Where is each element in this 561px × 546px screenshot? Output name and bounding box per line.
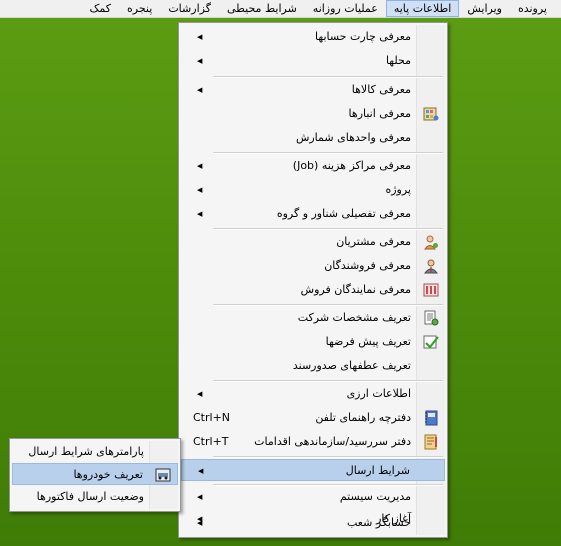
- menu-item-label: معرفی چارت حسابها: [315, 30, 411, 43]
- base-info-dropdown: معرفی چارت حسابها ◀ محلها ◀ معرفی کالاها…: [178, 22, 448, 538]
- menu-item-sales-agents[interactable]: معرفی نمایندگان فروش: [181, 279, 445, 301]
- menu-item-phonebook[interactable]: دفترچه راهنمای تلفن Ctrl+N: [181, 407, 445, 429]
- menu-item-chart-of-accounts[interactable]: معرفی چارت حسابها ◀: [181, 26, 445, 48]
- submenu-arrow-icon: ◀: [197, 33, 203, 41]
- menu-item-label: پروژه: [385, 183, 411, 196]
- submenu-arrow-icon: ◀: [197, 493, 203, 501]
- menu-window[interactable]: پنجره: [119, 0, 160, 17]
- menu-separator: [213, 484, 443, 486]
- submenu-arrow-icon: ◀: [197, 186, 203, 194]
- menu-separator: [213, 76, 443, 78]
- menu-item-label: معرفی مشتریان: [336, 235, 411, 248]
- menu-separator: [213, 228, 443, 230]
- menu-item-label: وضعیت ارسال فاکتورها: [36, 490, 144, 503]
- menu-item-label: مدیریت سیستم: [339, 490, 411, 503]
- menu-item-vendors[interactable]: معرفی فروشندگان: [181, 255, 445, 277]
- menu-item-planner[interactable]: دفتر سررسید/سازماندهی اقدامات Ctrl+T: [181, 431, 445, 453]
- menu-reports[interactable]: گزارشات: [160, 0, 219, 17]
- shortcut-label: Ctrl+N: [193, 411, 231, 424]
- submenu-arrow-icon: ◀: [197, 86, 203, 94]
- menu-item-label: تعریف عطفهای صدورسند: [292, 359, 411, 372]
- menu-item-floating-details[interactable]: معرفی تفصیلی شناور و گروه ◀: [181, 203, 445, 225]
- menu-item-label: تعریف خودروها: [73, 468, 143, 481]
- sales-agents-icon: [423, 283, 439, 297]
- menu-item-label: معرفی انبارها: [348, 107, 411, 120]
- menu-item-label: حسابگر شعب: [347, 516, 411, 529]
- menu-separator: [213, 380, 443, 382]
- planner-icon: [424, 434, 437, 450]
- vehicle-icon: [155, 468, 171, 482]
- menu-separator: [213, 152, 443, 154]
- menu-item-currency-info[interactable]: اطلاعات ارزی ◀: [181, 383, 445, 405]
- menu-item-label: معرفی واحدهای شمارش: [295, 131, 411, 144]
- menu-item-label: محلها: [385, 54, 411, 67]
- menu-item-cost-centers[interactable]: معرفی مراکز هزینه (Job) ◀: [181, 155, 445, 177]
- submenu-item-define-vehicles[interactable]: تعریف خودروها: [12, 463, 178, 485]
- menu-item-label: معرفی فروشندگان: [324, 259, 411, 272]
- menu-file[interactable]: پرونده: [510, 0, 555, 17]
- menu-separator: [213, 304, 443, 306]
- submenu-arrow-icon: ◀: [198, 467, 204, 475]
- menu-item-label: شرایط ارسال: [345, 464, 410, 477]
- menu-item-label: معرفی نمایندگان فروش: [300, 283, 411, 296]
- menu-item-label: معرفی مراکز هزینه (Job): [292, 159, 411, 172]
- menu-item-label: پارامترهای شرایط ارسال: [28, 445, 144, 458]
- menu-item-customers[interactable]: معرفی مشتریان: [181, 231, 445, 253]
- menu-item-project[interactable]: پروژه ◀: [181, 179, 445, 201]
- submenu-item-invoice-shipping-status[interactable]: وضعیت ارسال فاکتورها: [12, 486, 178, 508]
- menu-item-label: معرفی کالاها: [351, 83, 411, 96]
- customers-icon: [424, 235, 438, 250]
- company-info-icon: [424, 310, 439, 326]
- warehouse-icon: [423, 107, 439, 121]
- menu-item-system-management[interactable]: مدیریت سیستم ◀: [181, 487, 445, 507]
- menu-item-company-info[interactable]: تعریف مشخصات شرکت: [181, 307, 445, 329]
- submenu-arrow-icon: ◀: [197, 162, 203, 170]
- submenu-arrow-icon: ◀: [197, 57, 203, 65]
- menu-item-label: معرفی تفصیلی شناور و گروه: [276, 207, 411, 220]
- menu-item-warehouses[interactable]: معرفی انبارها: [181, 103, 445, 125]
- menu-item-counting-units[interactable]: معرفی واحدهای شمارش: [181, 127, 445, 149]
- menu-help[interactable]: کمک: [82, 0, 119, 17]
- submenu-item-shipping-parameters[interactable]: پارامترهای شرایط ارسال: [12, 441, 178, 463]
- menu-item-label: دفتر سررسید/سازماندهی اقدامات: [254, 435, 411, 448]
- menu-item-products[interactable]: معرفی کالاها ◀: [181, 79, 445, 101]
- submenu-arrow-icon: ◀: [197, 210, 203, 218]
- menu-item-label: تعریف مشخصات شرکت: [297, 311, 411, 324]
- submenu-arrow-icon: ◀: [197, 390, 203, 398]
- menu-item-label: تعریف پیش فرضها: [325, 335, 411, 348]
- menu-item-defaults[interactable]: تعریف پیش فرضها: [181, 331, 445, 353]
- menu-environment[interactable]: شرایط محیطی: [219, 0, 305, 17]
- menu-edit[interactable]: ویرایش: [459, 0, 510, 17]
- menu-item-label: اطلاعات ارزی: [346, 387, 411, 400]
- defaults-check-icon: [423, 335, 439, 349]
- menu-separator: [213, 456, 443, 458]
- vendors-icon: [423, 259, 439, 274]
- phonebook-icon: [425, 410, 438, 426]
- menu-base-info[interactable]: اطلاعات پایه: [385, 0, 460, 17]
- menu-daily-operations[interactable]: عملیات روزانه: [305, 0, 386, 17]
- menu-item-document-references[interactable]: تعریف عطفهای صدورسند: [181, 355, 445, 377]
- menu-item-branch-accountant[interactable]: حسابگر شعب ◀: [181, 513, 445, 533]
- submenu-arrow-icon: ◀: [197, 519, 203, 527]
- menu-bar: پرونده ویرایش اطلاعات پایه عملیات روزانه…: [0, 0, 561, 18]
- menu-item-shipping-conditions[interactable]: شرایط ارسال ◀: [181, 459, 445, 481]
- menu-item-locations[interactable]: محلها ◀: [181, 50, 445, 72]
- shortcut-label: Ctrl+T: [193, 435, 229, 448]
- shipping-conditions-submenu: پارامترهای شرایط ارسال تعریف خودروها وضع…: [9, 438, 181, 512]
- menu-item-label: دفترچه راهنمای تلفن: [315, 411, 411, 424]
